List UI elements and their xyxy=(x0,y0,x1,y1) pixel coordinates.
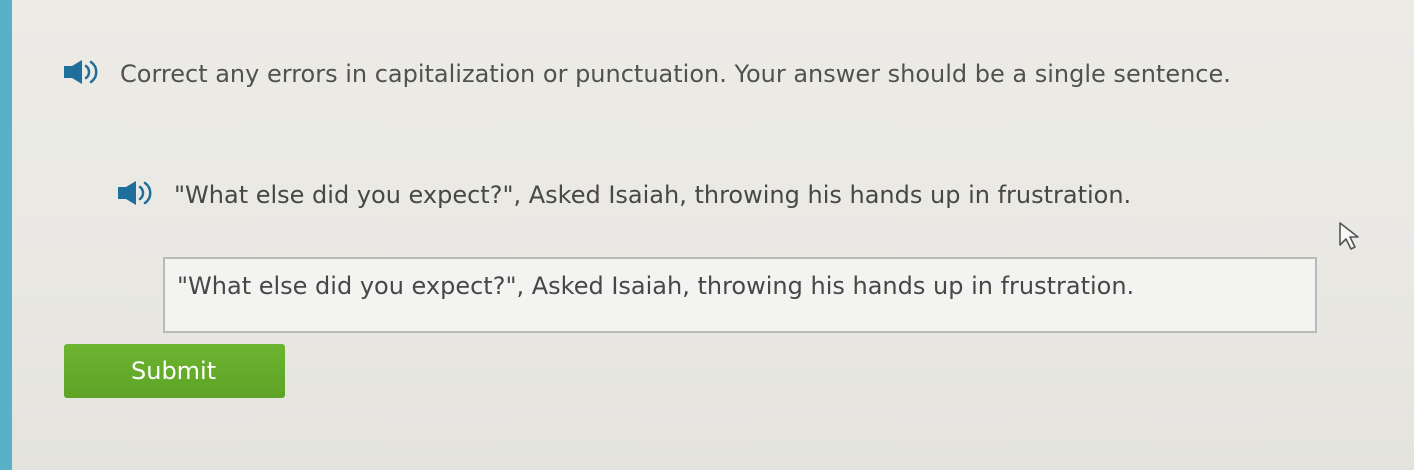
question-prompt: Correct any errors in capitalization or … xyxy=(62,56,1252,92)
speaker-icon[interactable] xyxy=(62,58,108,86)
sentence-text: "What else did you expect?", Asked Isaia… xyxy=(174,181,1132,209)
submit-button[interactable]: Submit xyxy=(64,344,285,398)
left-accent-strip xyxy=(0,0,12,470)
mouse-cursor-icon xyxy=(1339,222,1359,250)
sentence-to-correct: "What else did you expect?", Asked Isaia… xyxy=(116,178,1266,212)
answer-input[interactable] xyxy=(163,257,1317,333)
speaker-icon[interactable] xyxy=(116,179,162,207)
prompt-text: Correct any errors in capitalization or … xyxy=(120,60,1231,88)
